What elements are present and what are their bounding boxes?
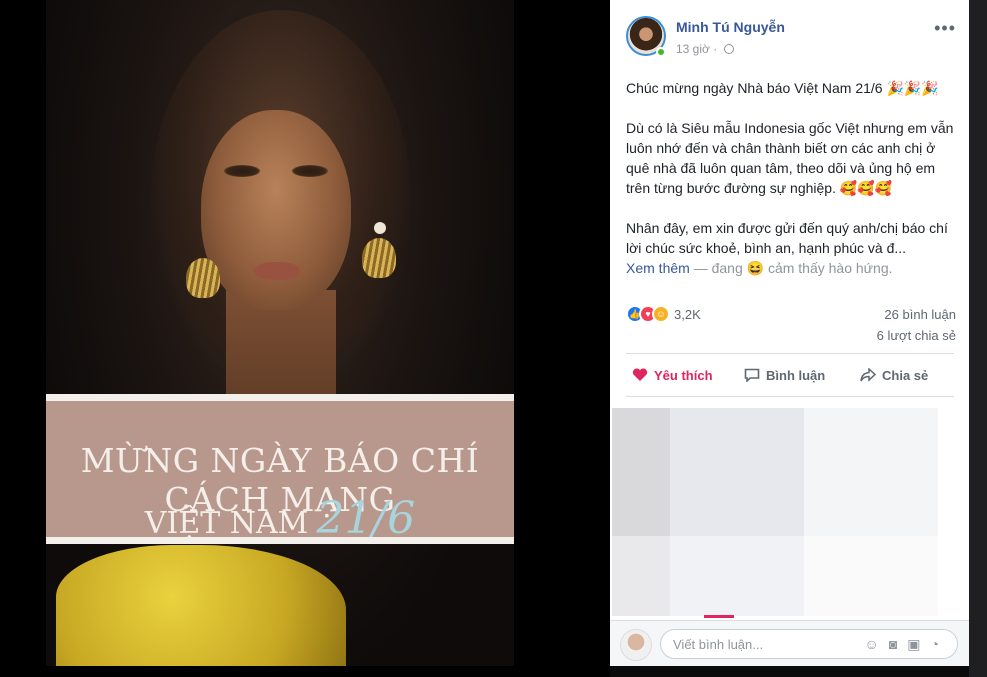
post-panel: Minh Tú Nguyễn 13 giờ · ••• Chúc mừng ng…: [610, 0, 969, 666]
placeholder-block: [612, 408, 670, 536]
camera-icon[interactable]: ◙: [889, 636, 907, 652]
placeholder-block: [612, 536, 670, 616]
gif-icon[interactable]: ▣: [907, 636, 930, 652]
comment-label: Bình luận: [766, 368, 826, 383]
post-text: Chúc mừng ngày Nhà báo Việt Nam 21/6 🎉🎉🎉…: [626, 78, 956, 278]
post-photo[interactable]: MỪNG NGÀY BÁO CHÍ CÁCH MẠNG VIỆT NAM 21/6: [46, 0, 514, 666]
online-status-icon: [656, 47, 666, 57]
comment-icon: [744, 368, 760, 382]
see-more-link[interactable]: Xem thêm: [626, 260, 690, 276]
share-button[interactable]: Chia sẻ: [860, 368, 928, 383]
comment-input[interactable]: Viết bình luận... ☺◙▣◔: [660, 629, 958, 659]
action-bar: Yêu thích Bình luận Chia sẻ: [626, 360, 954, 392]
comment-placeholder: Viết bình luận...: [673, 637, 764, 652]
background-edge: [969, 0, 987, 677]
placeholder-block: [670, 408, 804, 536]
emoji-icon[interactable]: ☺: [865, 636, 889, 652]
placeholder-block: [670, 536, 804, 616]
composer-icons: ☺◙▣◔: [865, 636, 949, 653]
share-count[interactable]: 6 lượt chia sẻ: [877, 328, 956, 343]
photo-eye-right: [292, 165, 328, 177]
post-header: Minh Tú Nguyễn 13 giờ · •••: [626, 16, 956, 60]
post-paragraph: Nhân đây, em xin được gửi đến quý anh/ch…: [626, 220, 948, 256]
comments-loading-placeholder: [612, 408, 938, 616]
photo-face: [201, 110, 351, 310]
photo-banner: MỪNG NGÀY BÁO CHÍ CÁCH MẠNG VIỆT NAM 21/6: [46, 394, 514, 544]
feeling-text: — đang 😆 cảm thấy hào hứng.: [689, 260, 893, 276]
earring-pearl-right: [374, 222, 386, 234]
viewer-avatar[interactable]: [620, 629, 652, 661]
sticker-icon[interactable]: ◔: [931, 636, 949, 652]
share-label: Chia sẻ: [882, 368, 929, 383]
post-paragraph: Dù có là Siêu mẫu Indonesia gốc Việt như…: [626, 120, 954, 196]
banner-subtitle: VIỆT NAM 21/6: [46, 493, 514, 544]
reaction-count[interactable]: 3,2K: [674, 307, 701, 322]
photo-dress: [56, 545, 346, 666]
comment-composer: Viết bình luận... ☺◙▣◔: [610, 620, 969, 666]
care-reaction-icon: ☺: [652, 305, 670, 323]
like-button[interactable]: Yêu thích: [632, 368, 713, 383]
share-icon: [860, 368, 876, 382]
heart-icon: [632, 368, 648, 381]
loading-indicator: [704, 615, 734, 618]
more-options-icon[interactable]: •••: [934, 18, 956, 39]
photo-lips: [254, 262, 300, 280]
divider: [626, 353, 954, 354]
post-footer-line: Xem thêm — đang 😆 cảm thấy hào hứng.: [626, 258, 956, 278]
post-time[interactable]: 13 giờ: [676, 42, 710, 56]
banner-date: 21/6: [316, 493, 416, 544]
post-paragraph: Chúc mừng ngày Nhà báo Việt Nam 21/6 🎉🎉🎉: [626, 80, 939, 96]
earring-left: [186, 258, 220, 298]
divider: [626, 396, 954, 397]
like-label: Yêu thích: [654, 368, 713, 383]
placeholder-block: [804, 408, 938, 536]
author-name[interactable]: Minh Tú Nguyễn: [676, 19, 785, 35]
post-meta: 13 giờ ·: [676, 42, 734, 56]
photo-eye-left: [224, 165, 260, 177]
globe-icon[interactable]: [723, 44, 734, 54]
photo-viewer: MỪNG NGÀY BÁO CHÍ CÁCH MẠNG VIỆT NAM 21/6: [0, 0, 610, 677]
comment-count[interactable]: 26 bình luận: [884, 307, 956, 322]
comment-button[interactable]: Bình luận: [744, 368, 825, 383]
post-stats: 👍 ♥ ☺ 3,2K 26 bình luận 6 lượt chia sẻ: [626, 303, 956, 343]
placeholder-block: [804, 536, 938, 616]
banner-country: VIỆT NAM: [144, 506, 309, 541]
earring-right: [362, 238, 396, 278]
